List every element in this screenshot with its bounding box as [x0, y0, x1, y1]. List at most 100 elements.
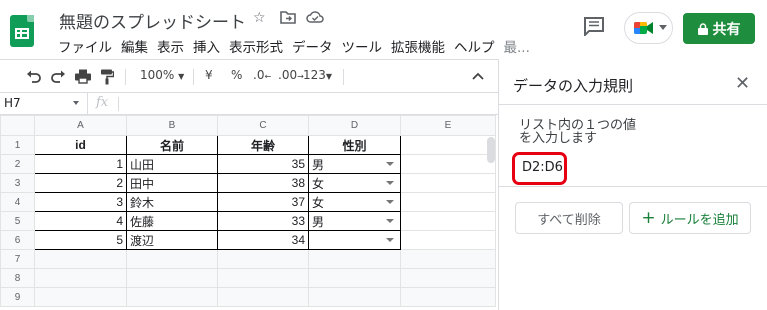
undo-icon[interactable]	[26, 70, 42, 83]
cell[interactable]	[34, 249, 127, 269]
menu-insert[interactable]: 挿入	[193, 36, 220, 56]
cell[interactable]	[217, 287, 309, 307]
cell[interactable]	[400, 287, 496, 307]
cell[interactable]: 33	[217, 211, 309, 231]
decrease-decimal-button[interactable]: .0←	[253, 68, 271, 82]
row-header[interactable]: 4	[0, 192, 35, 212]
menu-last-edit[interactable]: 最...	[504, 36, 530, 56]
close-icon[interactable]: ✕	[735, 73, 750, 94]
currency-format-button[interactable]: ¥	[205, 68, 213, 82]
rule-range[interactable]: D2:D6	[512, 152, 567, 185]
cell[interactable]	[126, 287, 218, 307]
menu-view[interactable]: 表示	[157, 36, 184, 56]
column-header-a[interactable]: A	[34, 115, 127, 136]
dropdown-caret-icon[interactable]	[386, 162, 394, 166]
cell[interactable]	[400, 135, 496, 155]
cell[interactable]: 35	[217, 154, 309, 174]
row-header[interactable]: 5	[0, 211, 35, 231]
cell[interactable]	[217, 268, 309, 288]
paint-format-icon[interactable]	[100, 69, 114, 85]
cell[interactable]: 山田	[126, 154, 218, 174]
cell[interactable]: 2	[34, 173, 127, 193]
share-button[interactable]: 共有	[683, 13, 755, 44]
more-formats-select[interactable]: 123▼	[303, 68, 332, 82]
header-cell[interactable]: id	[34, 135, 127, 155]
cell[interactable]: 37	[217, 192, 309, 212]
dropdown-cell[interactable]: 女	[308, 192, 401, 212]
menu-help[interactable]: ヘルプ	[454, 36, 495, 56]
cell[interactable]: 田中	[126, 173, 218, 193]
row-header[interactable]: 7	[0, 249, 35, 269]
redo-icon[interactable]	[50, 70, 66, 83]
header-cell[interactable]: 年齢	[217, 135, 309, 155]
cell[interactable]: 5	[34, 230, 127, 250]
star-icon[interactable]: ☆	[253, 10, 266, 26]
print-icon[interactable]	[75, 69, 91, 84]
cell[interactable]: 鈴木	[126, 192, 218, 212]
dropdown-caret-icon[interactable]	[386, 181, 394, 185]
dropdown-caret-icon[interactable]	[386, 219, 394, 223]
row-header[interactable]: 6	[0, 230, 35, 250]
comment-icon[interactable]	[583, 16, 605, 38]
cell[interactable]	[34, 268, 127, 288]
column-header-c[interactable]: C	[217, 115, 309, 136]
cell[interactable]: 4	[34, 211, 127, 231]
menu-extensions[interactable]: 拡張機能	[391, 36, 445, 56]
document-title[interactable]: 無題のスプレッドシート	[59, 8, 246, 33]
cell[interactable]	[400, 249, 496, 269]
zoom-select[interactable]: 100% ▼	[140, 68, 184, 82]
rule-item[interactable]: リスト内の１つの値 を入力します	[519, 119, 719, 145]
cell[interactable]	[400, 154, 496, 174]
cell[interactable]	[400, 211, 496, 231]
column-header-e[interactable]: E	[400, 115, 496, 136]
collapse-icon[interactable]	[472, 72, 484, 80]
dropdown-cell[interactable]	[308, 230, 401, 250]
increase-decimal-button[interactable]: .00→	[278, 68, 304, 82]
cell[interactable]	[308, 268, 401, 288]
cell[interactable]: 渡辺	[126, 230, 218, 250]
cell[interactable]: 3	[34, 192, 127, 212]
cell[interactable]	[308, 249, 401, 269]
dropdown-caret-icon[interactable]	[386, 238, 394, 242]
sheets-logo-icon[interactable]	[10, 15, 34, 47]
dropdown-cell[interactable]: 女	[308, 173, 401, 193]
percent-format-button[interactable]: %	[231, 68, 242, 82]
row-header[interactable]: 3	[0, 173, 35, 193]
cell[interactable]	[400, 268, 496, 288]
cell[interactable]: 34	[217, 230, 309, 250]
meet-button[interactable]	[624, 12, 673, 44]
corner-cell[interactable]	[0, 115, 35, 136]
column-header-b[interactable]: B	[126, 115, 218, 136]
header-cell[interactable]: 名前	[126, 135, 218, 155]
formula-bar[interactable]: fx	[88, 93, 498, 115]
cell[interactable]	[217, 249, 309, 269]
name-box[interactable]: H7	[0, 93, 88, 115]
column-header-d[interactable]: D	[308, 115, 401, 136]
cell[interactable]: 38	[217, 173, 309, 193]
row-header[interactable]: 2	[0, 154, 35, 174]
row-header[interactable]: 9	[0, 287, 35, 307]
menu-file[interactable]: ファイル	[58, 36, 112, 56]
header-cell[interactable]: 性別	[308, 135, 401, 155]
dropdown-cell[interactable]: 男	[308, 154, 401, 174]
add-rule-button[interactable]: + ルールを追加	[629, 202, 751, 234]
menu-data[interactable]: データ	[292, 36, 333, 56]
move-folder-icon[interactable]	[280, 10, 296, 28]
cell[interactable]	[400, 230, 496, 250]
menu-format[interactable]: 表示形式	[229, 36, 283, 56]
row-header[interactable]: 8	[0, 268, 35, 288]
menu-tools[interactable]: ツール	[342, 36, 383, 56]
clear-all-button[interactable]: すべて削除	[515, 202, 623, 234]
sheet-grid[interactable]: A B C D E 1 id 名前 年齢 性別 2 1 山田 35 男 3 2 …	[0, 115, 498, 310]
cell[interactable]	[400, 192, 496, 212]
vertical-scrollbar[interactable]	[487, 137, 495, 163]
cell[interactable]	[34, 287, 127, 307]
cell[interactable]: 佐藤	[126, 211, 218, 231]
cell[interactable]	[308, 287, 401, 307]
dropdown-caret-icon[interactable]	[386, 200, 394, 204]
row-header[interactable]: 1	[0, 135, 35, 155]
cell[interactable]	[400, 173, 496, 193]
cloud-status-icon[interactable]	[306, 10, 324, 27]
cell[interactable]: 1	[34, 154, 127, 174]
cell[interactable]	[126, 268, 218, 288]
